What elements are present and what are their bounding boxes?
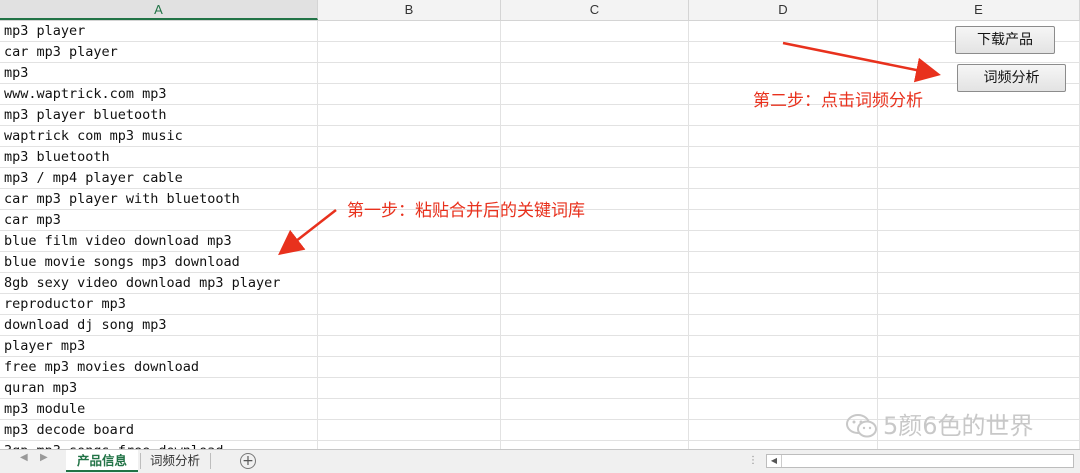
- step1-annotation: 第一步：粘贴合并后的关键词库: [347, 201, 585, 221]
- watermark-text: 5颜6色的世界: [883, 412, 1034, 440]
- tab-separator: [140, 453, 141, 469]
- scroll-left-icon[interactable]: ◀: [767, 455, 782, 467]
- step1-arrow: [278, 209, 337, 256]
- tab-nav-right-icon[interactable]: ▶: [40, 452, 48, 463]
- annotation-arrows: [278, 41, 941, 256]
- step2-annotation: 第二步：点击词频分析: [753, 91, 923, 111]
- wechat-icon: [846, 414, 877, 438]
- spreadsheet: A B C D E mp3 player car mp3 player mp3 www…: [0, 0, 1080, 449]
- tab-nav-left-icon[interactable]: ◀: [20, 452, 28, 463]
- tab-word-frequency[interactable]: 词频分析: [142, 450, 208, 472]
- plus-circle-icon[interactable]: +: [240, 453, 256, 469]
- step2-arrow: [782, 41, 941, 83]
- sheet-tab-bar: ◀ ▶ 产品信息 词频分析 + ⋮ ◀: [0, 449, 1080, 473]
- horizontal-scrollbar[interactable]: ◀: [766, 454, 1074, 468]
- tab-product-info[interactable]: 产品信息: [66, 450, 138, 472]
- split-handle-icon[interactable]: ⋮: [748, 454, 758, 468]
- tab-separator: [210, 453, 211, 469]
